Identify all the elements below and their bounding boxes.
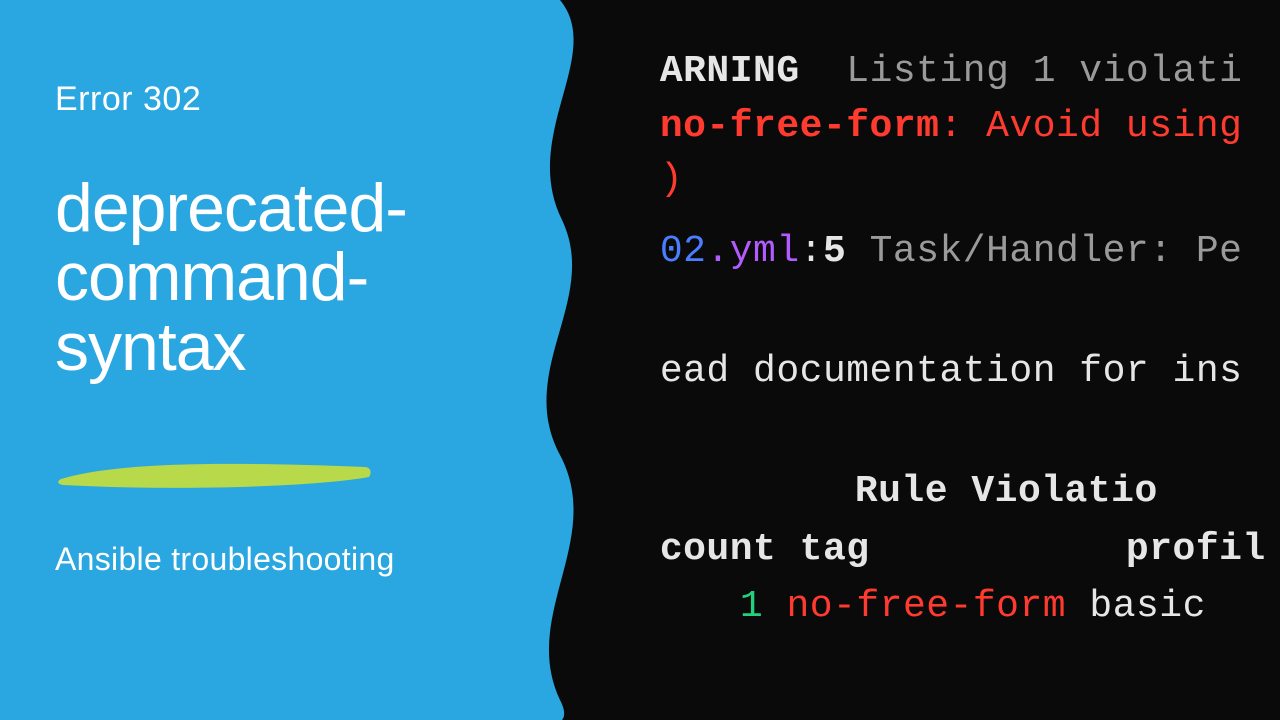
subheadline: Ansible troubleshooting [55, 541, 550, 578]
term-count: 1 [740, 585, 787, 628]
headline: deprecated- command- syntax [55, 174, 550, 382]
term-colon: : [800, 230, 823, 273]
term-file-ext: .yml [706, 230, 799, 273]
terminal-output: ARNING Listing 1 violati no-free-form: A… [520, 0, 1280, 720]
term-file-num: 02 [660, 230, 707, 273]
headline-line2: command- [55, 239, 368, 315]
info-panel-inner: Error 302 deprecated- command- syntax An… [55, 80, 550, 578]
error-code-label: Error 302 [55, 80, 550, 119]
headline-line3: syntax [55, 309, 246, 385]
term-rule-msg: : Avoid using [939, 105, 1265, 148]
thumbnail-stage: ARNING Listing 1 violati no-free-form: A… [0, 0, 1280, 720]
term-task-handler: Task/Handler: Pe [846, 230, 1242, 273]
term-rule-name: no-free-form [660, 105, 940, 148]
underline-swoosh-icon [55, 457, 375, 491]
term-line-no: 5 [823, 230, 846, 273]
term-tag: no-free-form [786, 585, 1089, 628]
info-panel: Error 302 deprecated- command- syntax An… [0, 0, 610, 720]
headline-line1: deprecated- [55, 170, 407, 246]
term-profile: basic [1089, 585, 1229, 628]
term-doc-hint: ead documentation for ins [660, 350, 1243, 393]
